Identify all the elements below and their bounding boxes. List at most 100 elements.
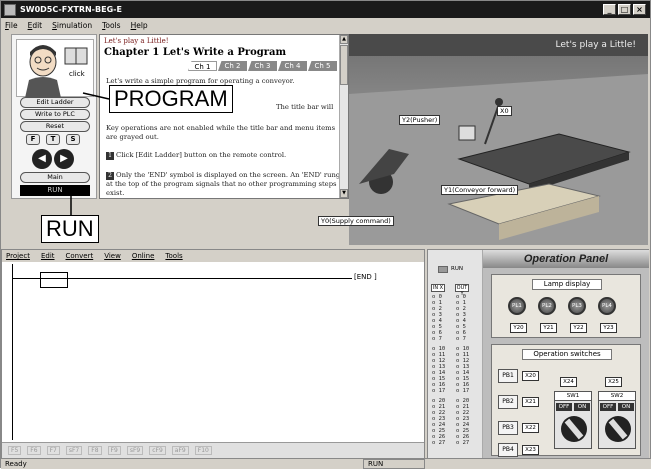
toolbar-af9[interactable]: aF9 <box>171 446 189 455</box>
program-callout: PROGRAM <box>109 85 233 113</box>
operation-switches-header: Operation switches <box>522 349 612 360</box>
lamp-pl2: PL2 <box>538 297 556 315</box>
in-x-header: IN X <box>431 284 445 292</box>
label-y0-supply-outer: Y0(Supply command) <box>318 216 394 226</box>
scroll-up-icon[interactable]: ▲ <box>340 35 348 44</box>
status-bar: Ready RUN <box>1 458 651 469</box>
tab-ch5[interactable]: Ch 5 <box>308 61 337 71</box>
app-window: SW0D5C-FXTRN-BEG-E _ □ × File Edit Simul… <box>0 0 651 469</box>
out-y-7: o 7 <box>456 336 466 342</box>
pb3-x22: X22 <box>522 423 539 433</box>
toolbar-cf9[interactable]: cF9 <box>149 446 166 455</box>
menu-help[interactable]: Help <box>131 21 148 30</box>
toolbar-f7[interactable]: F7 <box>46 446 60 455</box>
edit-ladder-button[interactable]: Edit Ladder <box>20 97 90 108</box>
pb2-x21: X21 <box>522 397 539 407</box>
operation-panel-title: Operation Panel <box>483 250 649 268</box>
sw2-switch[interactable]: SW2 OFF ON <box>598 391 636 449</box>
run-led-icon <box>438 266 448 273</box>
sw1-off: OFF <box>556 403 572 411</box>
app-icon <box>4 3 16 16</box>
step-2-number: 2 <box>106 172 114 180</box>
sw2-x25: X25 <box>605 377 622 387</box>
step-2-text: Only the 'END' symbol is displayed on th… <box>106 171 341 197</box>
reset-button[interactable]: Reset <box>20 121 90 132</box>
tab-ch4[interactable]: Ch 4 <box>278 61 307 71</box>
ladder-menu-tools[interactable]: Tools <box>165 252 182 260</box>
sw1-x24: X24 <box>560 377 577 387</box>
write-to-plc-button[interactable]: Write to PLC <box>20 109 90 120</box>
end-instruction: [END ] <box>354 273 377 281</box>
ladder-menu-convert[interactable]: Convert <box>66 252 94 260</box>
ladder-menu-project[interactable]: Project <box>6 252 30 260</box>
menu-tools[interactable]: Tools <box>102 21 120 30</box>
lamp-y21: Y21 <box>540 323 557 333</box>
pb2-button[interactable]: PB2 <box>498 395 518 409</box>
t-button[interactable]: T <box>46 134 60 145</box>
scroll-down-icon[interactable]: ▼ <box>340 189 348 198</box>
tab-ch1[interactable]: Ch 1 <box>188 61 217 71</box>
paragraph-2: The title bar will <box>276 103 334 111</box>
toolbar-f8[interactable]: F8 <box>88 446 102 455</box>
s-button[interactable]: S <box>66 134 80 145</box>
next-arrow-icon[interactable]: ▶ <box>54 149 74 169</box>
click-label: click <box>69 70 85 78</box>
toolbar-f6[interactable]: F6 <box>27 446 41 455</box>
toolbar-sf7[interactable]: sF7 <box>65 446 83 455</box>
out-y-17: o 17 <box>456 388 470 394</box>
f-button[interactable]: F <box>26 134 40 145</box>
pb1-x20: X20 <box>522 371 539 381</box>
previous-arrow-icon[interactable]: ◀ <box>32 149 52 169</box>
tab-ch3[interactable]: Ch 3 <box>248 61 277 71</box>
toolbar-sf9[interactable]: sF9 <box>126 446 144 455</box>
menu-edit[interactable]: Edit <box>28 21 43 30</box>
ladder-toolbar: F5 F6 F7 sF7 F8 F9 sF9 cF9 aF9 F10 <box>2 442 424 458</box>
maximize-button[interactable]: □ <box>618 4 631 15</box>
pb3-button[interactable]: PB3 <box>498 421 518 435</box>
menu-file[interactable]: File <box>5 21 18 30</box>
operation-switches-box: Operation switches PB1 PB2 PB3 PB4 X20 X… <box>491 344 641 457</box>
lamp-pl3: PL3 <box>568 297 586 315</box>
paragraph-3: Key operations are not enabled while the… <box>106 124 336 141</box>
label-y1-conveyor: Y1(Conveyor forward) <box>441 185 519 195</box>
label-x0: X0 <box>497 106 512 116</box>
toolbar-f9[interactable]: F9 <box>107 446 121 455</box>
chapter-panel: Let's play a Little! Chapter 1 Let's Wri… <box>99 34 349 199</box>
lamp-y20: Y20 <box>510 323 527 333</box>
out-y-header: OUT Y <box>455 284 469 297</box>
ladder-cursor[interactable] <box>40 272 68 288</box>
scroll-thumb[interactable] <box>340 45 348 85</box>
sw2-knob-icon[interactable] <box>605 416 631 442</box>
out-y-27: o 27 <box>456 440 470 446</box>
chapter-scrollbar[interactable]: ▲ ▼ <box>339 35 348 198</box>
ladder-menu-edit[interactable]: Edit <box>41 252 55 260</box>
minimize-button[interactable]: _ <box>603 4 616 15</box>
left-power-rail <box>12 264 13 440</box>
pb4-button[interactable]: PB4 <box>498 443 518 457</box>
run-callout: RUN <box>41 215 99 243</box>
lamp-pl4: PL4 <box>598 297 616 315</box>
menu-simulation[interactable]: Simulation <box>52 21 92 30</box>
sw1-knob-icon[interactable] <box>561 416 587 442</box>
toolbar-f10[interactable]: F10 <box>194 446 212 455</box>
menu-bar: File Edit Simulation Tools Help <box>1 19 650 32</box>
io-monitor: RUN IN X OUT Y o 0o 1o 2o 3o 4o 5o 6o 7o… <box>428 250 483 460</box>
ladder-menu-view[interactable]: View <box>104 252 121 260</box>
sw1-switch[interactable]: SW1 OFF ON <box>554 391 592 449</box>
in-x-list: o 0o 1o 2o 3o 4o 5o 6o 7o 10 o 11 o 12 o 13… <box>432 294 445 446</box>
pb1-button[interactable]: PB1 <box>498 369 518 383</box>
teacher-illustration[interactable]: click <box>16 39 94 98</box>
chapter-title: Chapter 1 Let's Write a Program <box>104 47 287 58</box>
ladder-menu-online[interactable]: Online <box>132 252 155 260</box>
close-button[interactable]: × <box>633 4 646 15</box>
toolbar-f5[interactable]: F5 <box>8 446 22 455</box>
main-button[interactable]: Main <box>20 172 90 183</box>
tab-ch2[interactable]: Ch 2 <box>218 61 247 71</box>
remote-control: click Edit Ladder Write to PLC Reset F T… <box>11 34 97 199</box>
lamp-y23: Y23 <box>600 323 617 333</box>
end-rung <box>12 278 352 279</box>
sw2-label: SW2 <box>599 392 635 401</box>
lamp-pl1: PL1 <box>508 297 526 315</box>
in-x-7: o 7 <box>432 336 442 342</box>
in-x-17: o 17 <box>432 388 446 394</box>
